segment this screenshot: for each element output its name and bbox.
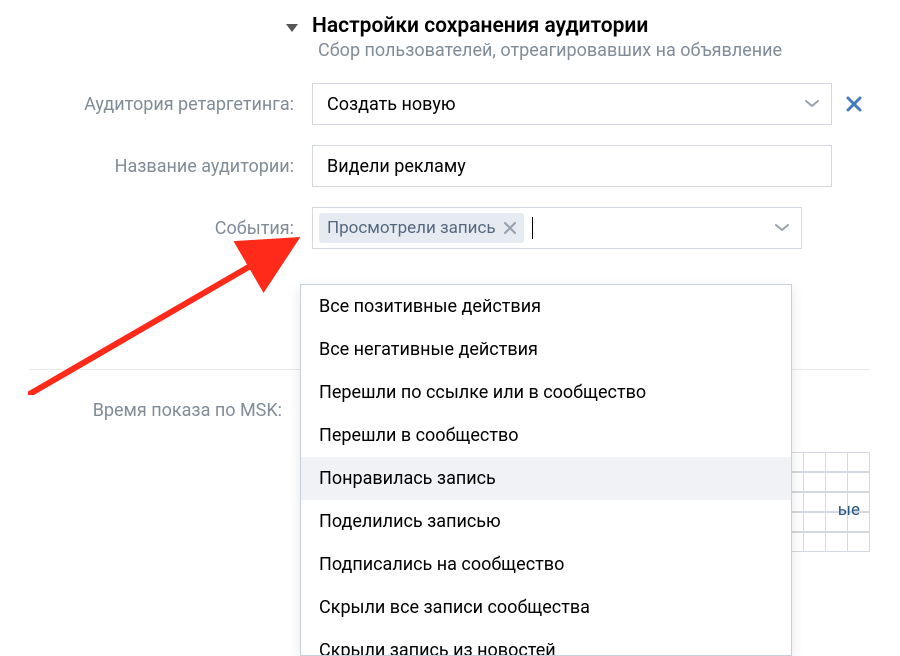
events-label: События: (30, 218, 312, 239)
display-time-label: Время показа по MSK: (30, 400, 300, 421)
schedule-cell[interactable] (825, 532, 848, 552)
section-title: Настройки сохранения аудитории (312, 14, 648, 38)
events-dropdown[interactable]: Все позитивные действияВсе негативные де… (300, 284, 792, 656)
events-dropdown-item[interactable]: Все позитивные действия (301, 285, 791, 328)
events-dropdown-item[interactable]: Подписались на сообщество (301, 543, 791, 586)
event-chip[interactable]: Просмотрели запись (319, 213, 524, 243)
events-dropdown-item[interactable]: Поделились записью (301, 500, 791, 543)
events-dropdown-item[interactable]: Перешли по ссылке или в сообщество (301, 371, 791, 414)
chevron-down-icon (775, 223, 789, 233)
schedule-cell[interactable] (803, 492, 826, 512)
events-dropdown-item[interactable]: Скрыли все записи сообщества (301, 586, 791, 629)
schedule-cell[interactable] (847, 452, 870, 472)
schedule-cell[interactable] (825, 472, 848, 492)
schedule-cell[interactable] (847, 532, 870, 552)
schedule-cell[interactable] (803, 452, 826, 472)
chevron-down-icon (805, 99, 819, 109)
events-dropdown-item[interactable]: Перешли в сообщество (301, 414, 791, 457)
text-cursor (532, 217, 533, 239)
retargeting-audience-label: Аудитория ретаргетинга: (30, 94, 312, 115)
audience-name-label: Название аудитории: (30, 156, 312, 177)
remove-audience-button[interactable] (846, 96, 862, 112)
schedule-cell[interactable] (803, 472, 826, 492)
events-dropdown-item[interactable]: Скрыли запись из новостей (301, 629, 791, 655)
events-dropdown-item[interactable]: Все негативные действия (301, 328, 791, 371)
partial-link-text[interactable]: ые (838, 500, 860, 520)
events-multiselect[interactable]: Просмотрели запись (312, 207, 802, 249)
section-subtitle: Сбор пользователей, отреагировавших на о… (318, 40, 870, 61)
retargeting-audience-select[interactable]: Создать новую (312, 83, 832, 125)
schedule-cell[interactable] (825, 452, 848, 472)
audience-name-input[interactable]: Видели рекламу (312, 145, 832, 187)
schedule-cell[interactable] (847, 472, 870, 492)
retargeting-audience-value: Создать новую (327, 94, 456, 115)
audience-name-value: Видели рекламу (327, 156, 466, 177)
event-chip-remove-icon[interactable] (504, 222, 516, 234)
schedule-cell[interactable] (803, 532, 826, 552)
events-dropdown-item[interactable]: Понравилась запись (301, 457, 791, 500)
event-chip-label: Просмотрели запись (327, 218, 496, 238)
schedule-cell[interactable] (803, 512, 826, 532)
collapse-triangle-icon[interactable] (286, 24, 298, 32)
